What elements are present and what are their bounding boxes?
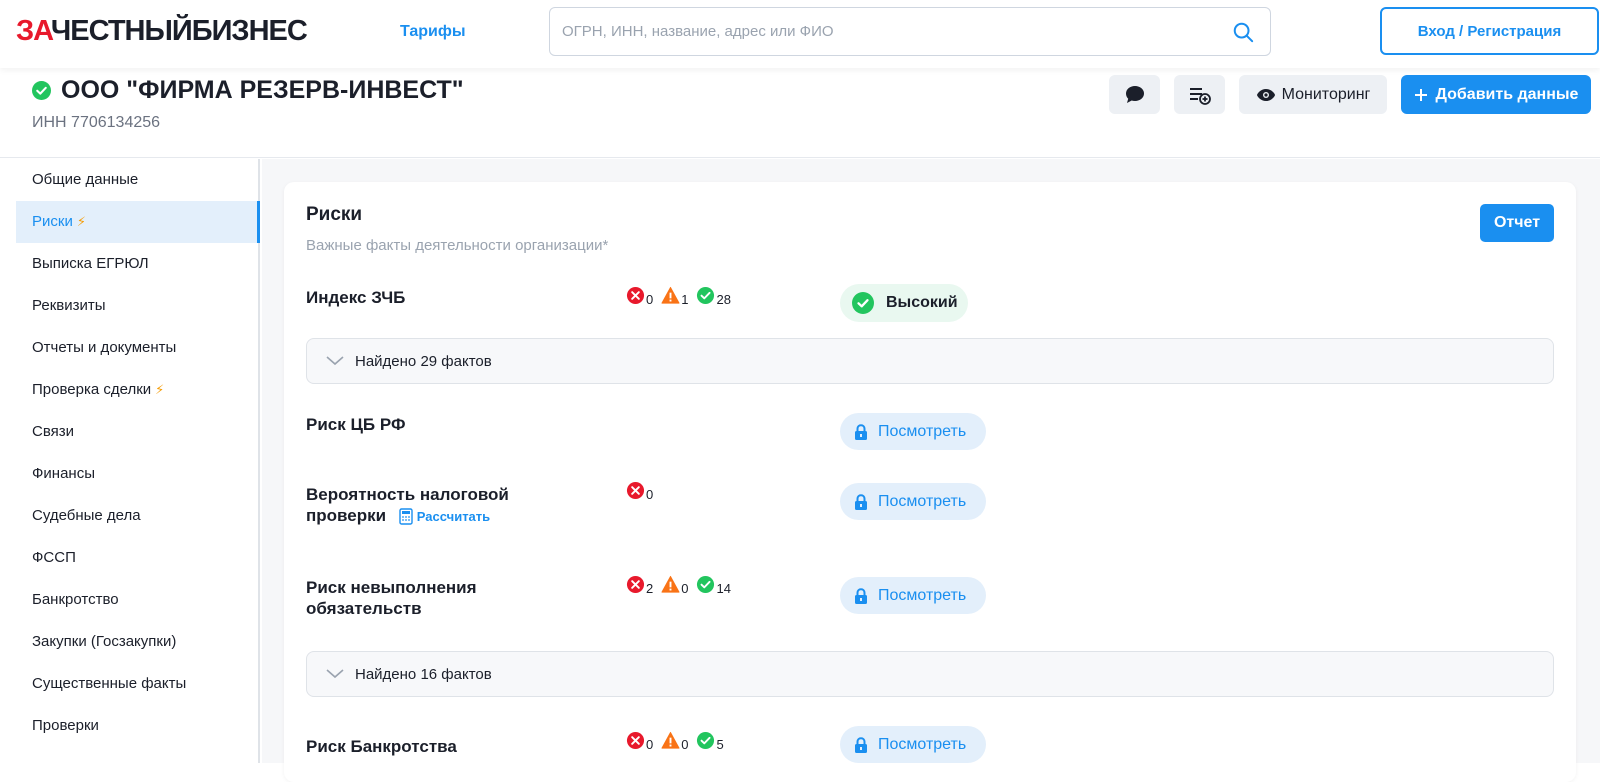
sidebar-item[interactable]: Выписка ЕГРЮЛ: [16, 243, 258, 285]
sidebar-item-label: Судебные дела: [32, 507, 141, 524]
sidebar-item[interactable]: Отчеты и документы: [16, 327, 258, 369]
tax-risk-view-button[interactable]: Посмотреть: [840, 483, 986, 520]
ok-icon: [697, 575, 715, 594]
obligations-counts: 2 0 14: [626, 575, 739, 596]
red-count: 0: [626, 481, 653, 502]
bankruptcy-risk-view-button[interactable]: Посмотреть: [840, 726, 986, 763]
sidebar-item[interactable]: Существенные факты: [16, 663, 258, 705]
lock-icon: [855, 587, 867, 604]
plus-icon: [1414, 88, 1427, 101]
sidebar-item-label: Существенные факты: [32, 675, 187, 692]
obligations-risk-view-button[interactable]: Посмотреть: [840, 577, 986, 614]
error-icon: [626, 286, 645, 305]
sidebar-item-label: Связи: [32, 423, 75, 440]
add-to-list-icon: [1189, 87, 1211, 105]
sidebar-item[interactable]: Риски ⚡: [16, 201, 260, 243]
orange-count: 0: [661, 575, 688, 596]
index-level-badge: Высокий: [840, 284, 968, 322]
ok-icon: [852, 292, 874, 314]
sidebar-item-label: Выписка ЕГРЮЛ: [32, 255, 149, 272]
warning-icon: [661, 575, 680, 593]
lock-icon: [855, 423, 867, 440]
sidebar-item-label: Проверка сделки: [32, 381, 152, 398]
lock-icon: [855, 493, 867, 510]
sidebar-item[interactable]: Проверки: [16, 705, 258, 747]
search-input[interactable]: [562, 8, 1202, 55]
verified-check-icon: [32, 81, 51, 100]
bankruptcy-counts: 0 0 5: [626, 731, 732, 752]
calculator-icon: [399, 508, 413, 525]
sidebar-item-label: Банкротство: [32, 591, 119, 608]
search-box: [549, 7, 1271, 56]
sidebar-item[interactable]: Проверка сделки ⚡: [16, 369, 258, 411]
sidebar-item[interactable]: Банкротство: [16, 579, 258, 621]
sidebar-item-label: Финансы: [32, 465, 95, 482]
search-icon[interactable]: [1232, 21, 1254, 43]
logo[interactable]: ЗАЧЕСТНЫЙБИЗНЕС: [16, 15, 308, 48]
bankruptcy-risk-label: Риск Банкротства: [306, 737, 457, 756]
green-count: 14: [696, 575, 731, 596]
monitoring-button[interactable]: Мониторинг: [1239, 75, 1387, 114]
risks-subtitle: Важные факты деятельности организации*: [306, 237, 609, 254]
sidebar-item-label: Реквизиты: [32, 297, 106, 314]
ok-icon: [697, 286, 715, 305]
company-inn: ИНН 7706134256: [32, 114, 161, 131]
sidebar-item[interactable]: Закупки (Госзакупки): [16, 621, 258, 663]
warning-icon: [661, 731, 680, 749]
tax-counts: 0: [626, 481, 661, 502]
sidebar-item[interactable]: ФССП: [16, 537, 258, 579]
top-bar: ЗАЧЕСТНЫЙБИЗНЕС Тарифы Вход / Регистраци…: [0, 0, 1600, 68]
index-found-facts[interactable]: Найдено 29 фактов: [306, 338, 1554, 384]
sidebar-item[interactable]: Общие данные: [16, 159, 258, 201]
sidebar-item-label: Общие данные: [32, 171, 139, 188]
green-count: 5: [696, 731, 724, 752]
ok-icon: [697, 731, 715, 750]
red-count: 2: [626, 575, 653, 596]
sidebar-item[interactable]: Реквизиты: [16, 285, 258, 327]
tariffs-link[interactable]: Тарифы: [400, 23, 466, 41]
add-data-button[interactable]: Добавить данные: [1401, 75, 1591, 114]
report-button[interactable]: Отчет: [1480, 204, 1554, 242]
error-icon: [626, 575, 645, 594]
sidebar-item-label: Закупки (Госзакупки): [32, 633, 177, 650]
risks-card: Риски Важные факты деятельности организа…: [284, 182, 1576, 782]
cb-risk-label: Риск ЦБ РФ: [306, 415, 406, 434]
lightning-icon: ⚡: [76, 214, 86, 229]
lightning-icon: ⚡: [155, 382, 165, 397]
warning-icon: [661, 286, 680, 304]
comment-button[interactable]: [1109, 75, 1160, 114]
tax-risk-label: Вероятность налоговой проверки Рассчитат…: [306, 484, 509, 527]
obligations-risk-label: Риск невыполнения обязательств: [306, 578, 477, 618]
index-counts: 0 1 28: [626, 286, 739, 307]
comment-icon: [1125, 86, 1144, 103]
sidebar-item-label: Отчеты и документы: [32, 339, 177, 356]
company-name: ООО "ФИРМА РЕЗЕРВ-ИНВЕСТ": [32, 76, 464, 105]
red-count: 0: [626, 731, 653, 752]
red-count: 0: [626, 286, 653, 307]
index-label: Индекс ЗЧБ: [306, 288, 406, 307]
cb-risk-view-button[interactable]: Посмотреть: [840, 413, 986, 450]
sidebar-item[interactable]: Судебные дела: [16, 495, 258, 537]
error-icon: [626, 731, 645, 750]
orange-count: 1: [661, 286, 688, 307]
sidebar-item[interactable]: Финансы: [16, 453, 258, 495]
sidebar-item-label: Риски: [32, 213, 73, 230]
chevron-down-icon: [326, 356, 344, 366]
chevron-down-icon: [326, 669, 344, 679]
sidebar-item[interactable]: Связи: [16, 411, 258, 453]
lock-icon: [855, 736, 867, 753]
calculate-link[interactable]: Рассчитать: [399, 506, 490, 527]
green-count: 28: [696, 286, 731, 307]
login-register-button[interactable]: Вход / Регистрация: [1380, 7, 1599, 55]
orange-count: 0: [661, 731, 688, 752]
sidebar-nav: Общие данные Риски ⚡ Выписка ЕГРЮЛ Реквизиты…: [16, 159, 260, 763]
company-header: ООО "ФИРМА РЕЗЕРВ-ИНВЕСТ" ИНН 7706134256…: [0, 68, 1600, 158]
add-to-list-button[interactable]: [1174, 75, 1225, 114]
sidebar-item-label: Проверки: [32, 717, 99, 734]
sidebar-item-label: ФССП: [32, 549, 76, 566]
risks-title: Риски: [306, 204, 363, 225]
obligations-found-facts[interactable]: Найдено 16 фактов: [306, 651, 1554, 697]
eye-icon: [1256, 88, 1275, 101]
error-icon: [626, 481, 645, 500]
